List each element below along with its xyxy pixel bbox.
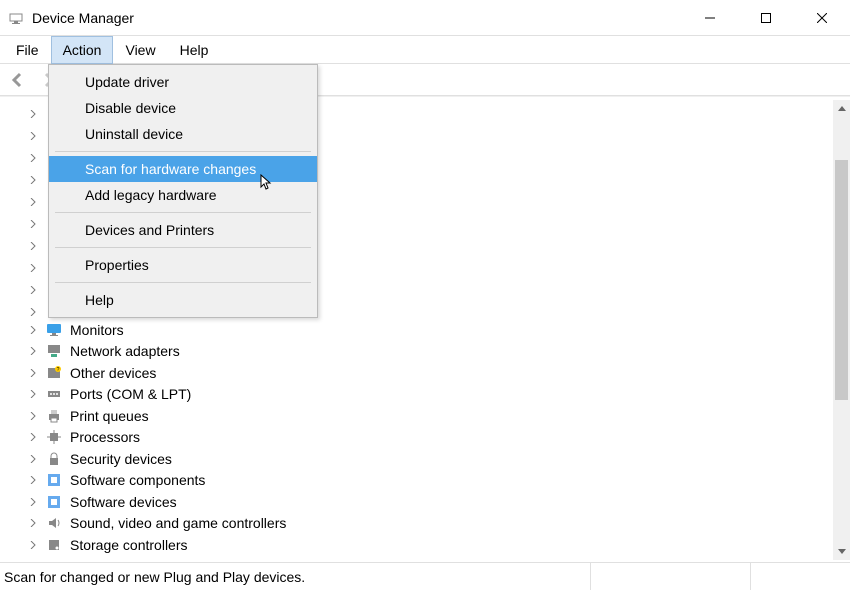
tree-item-label: Storage controllers [70,537,188,553]
tree-item-label: Security devices [70,451,172,467]
menu-view[interactable]: View [113,36,167,64]
chevron-right-icon[interactable] [28,497,38,507]
tree-item[interactable]: ? Other devices [28,362,286,384]
menu-uninstall-device[interactable]: Uninstall device [49,121,317,147]
tree-item[interactable]: Software devices [28,491,286,513]
status-text: Scan for changed or new Plug and Play de… [4,569,305,585]
tree-item[interactable]: Storage controllers [28,534,286,556]
action-menu-dropdown: Update driver Disable device Uninstall d… [48,64,318,318]
titlebar: Device Manager [0,0,850,36]
tree-item[interactable]: Security devices [28,448,286,470]
tree-item[interactable]: Monitors [28,319,286,341]
menu-scan-hardware-changes[interactable]: Scan for hardware changes [49,156,317,182]
menu-add-legacy-hardware[interactable]: Add legacy hardware [49,182,317,208]
menu-properties[interactable]: Properties [49,252,317,278]
tree-item-label: Network adapters [70,343,180,359]
sound-icon [46,515,62,531]
chevron-right-icon[interactable] [28,346,38,356]
maximize-button[interactable] [738,0,794,36]
chevron-right-icon[interactable] [28,518,38,528]
app-icon [8,10,24,26]
tree-item[interactable]: Processors [28,427,286,449]
scroll-up-icon[interactable] [833,100,850,117]
menu-help[interactable]: Help [49,287,317,313]
tree-item-label: Print queues [70,408,149,424]
other-devices-icon: ? [46,365,62,381]
menu-disable-device[interactable]: Disable device [49,95,317,121]
menu-help[interactable]: Help [168,36,221,64]
printer-icon [46,408,62,424]
minimize-button[interactable] [682,0,738,36]
menu-action[interactable]: Action [51,36,114,64]
network-icon [46,343,62,359]
menubar: File Action View Help [0,36,850,64]
menu-separator [55,151,311,152]
tree-item[interactable]: Sound, video and game controllers [28,513,286,535]
chevron-right-icon[interactable] [28,197,38,207]
chevron-right-icon[interactable] [28,432,38,442]
menu-separator [55,212,311,213]
tree-item[interactable]: Print queues [28,405,286,427]
window-title: Device Manager [32,10,682,26]
chevron-right-icon[interactable] [28,368,38,378]
tree-item-label: Ports (COM & LPT) [70,386,191,402]
menu-separator [55,282,311,283]
tree-item-label: Sound, video and game controllers [70,515,286,531]
cursor-icon [260,174,276,190]
tree-item[interactable]: Ports (COM & LPT) [28,384,286,406]
chevron-right-icon[interactable] [28,219,38,229]
close-button[interactable] [794,0,850,36]
storage-icon [46,537,62,553]
tree-item-label: Monitors [70,322,124,338]
ports-icon [46,386,62,402]
tree-item[interactable]: Software components [28,470,286,492]
svg-text:?: ? [57,367,60,373]
tree-item-label: Software devices [70,494,177,510]
chevron-right-icon[interactable] [28,454,38,464]
menu-separator [55,247,311,248]
chevron-right-icon[interactable] [28,153,38,163]
menu-update-driver[interactable]: Update driver [49,69,317,95]
status-cell [750,563,850,590]
menu-file[interactable]: File [4,36,51,64]
chevron-right-icon[interactable] [28,241,38,251]
chevron-right-icon[interactable] [28,475,38,485]
chevron-right-icon[interactable] [28,285,38,295]
chevron-right-icon[interactable] [28,325,38,335]
chevron-right-icon[interactable] [28,307,38,317]
chevron-right-icon[interactable] [28,263,38,273]
scroll-down-icon[interactable] [833,543,850,560]
tree-item-label: Software components [70,472,205,488]
chevron-right-icon[interactable] [28,389,38,399]
chevron-right-icon[interactable] [28,109,38,119]
scroll-thumb[interactable] [835,160,848,400]
tree-item-label: Processors [70,429,140,445]
chevron-right-icon[interactable] [28,131,38,141]
back-icon[interactable] [6,68,30,92]
software-icon [46,472,62,488]
status-cell [590,563,750,590]
security-icon [46,451,62,467]
tree-item-label: Other devices [70,365,156,381]
tree-item[interactable]: Network adapters [28,341,286,363]
menu-devices-and-printers[interactable]: Devices and Printers [49,217,317,243]
software-icon [46,494,62,510]
chevron-right-icon[interactable] [28,175,38,185]
chevron-right-icon[interactable] [28,540,38,550]
statusbar: Scan for changed or new Plug and Play de… [0,562,850,590]
monitor-icon [46,322,62,338]
chevron-right-icon[interactable] [28,411,38,421]
vertical-scrollbar[interactable] [833,100,850,560]
cpu-icon [46,429,62,445]
